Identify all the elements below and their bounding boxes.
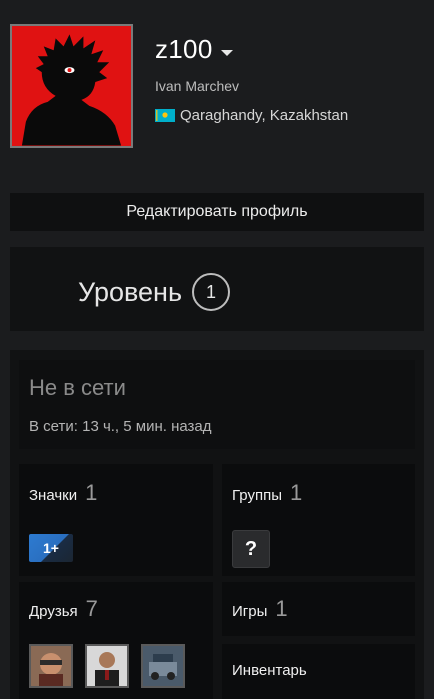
kazakhstan-flag-icon [155, 109, 175, 122]
friends-label: Друзья [29, 603, 78, 620]
games-tile[interactable]: Игры 1 [222, 582, 415, 636]
level-panel: Уровень 1 [10, 247, 424, 331]
groups-label: Группы [232, 487, 282, 504]
chevron-down-icon[interactable] [220, 50, 233, 56]
online-status: Не в сети В сети: 13 ч., 5 мин. назад [19, 360, 415, 449]
location: Qaraghandy, Kazakhstan [155, 107, 348, 124]
friends-tile[interactable]: Друзья 7 [19, 582, 213, 699]
friend-avatar-3[interactable] [141, 644, 185, 688]
groups-tile[interactable]: Группы 1 ? [222, 464, 415, 576]
badges-count: 1 [85, 480, 98, 505]
friends-count: 7 [85, 596, 98, 621]
friend-avatar-2[interactable] [85, 644, 129, 688]
level-label: Уровень [78, 276, 183, 307]
games-label: Игры [232, 603, 268, 620]
inventory-label: Инвентарь [232, 662, 307, 679]
friends-avatars [29, 644, 185, 688]
edit-profile-button[interactable]: Редактировать профиль [10, 193, 424, 231]
last-online-text: В сети: 13 ч., 5 мин. назад [29, 418, 212, 435]
status-title: Не в сети [29, 375, 126, 400]
username-row: z100 [155, 34, 233, 64]
group-placeholder-icon[interactable]: ? [232, 530, 270, 568]
games-count: 1 [275, 596, 288, 621]
friend-avatar-1[interactable] [29, 644, 73, 688]
inventory-tile[interactable]: Инвентарь [222, 644, 415, 699]
avatar-silhouette-icon [12, 26, 131, 146]
location-text: Qaraghandy, Kazakhstan [180, 107, 349, 124]
badge-icon[interactable]: 1+ [29, 534, 73, 562]
groups-count: 1 [289, 480, 303, 505]
badges-label: Значки [29, 487, 78, 504]
level-badge[interactable]: 1 [192, 273, 231, 311]
badges-tile[interactable]: Значки 1 1+ [19, 464, 213, 576]
username: z100 [155, 34, 213, 64]
profile-page: z100 Ivan Marchev Qaraghandy, Kazakhstan… [0, 0, 434, 699]
real-name: Ivan Marchev [155, 78, 240, 94]
profile-avatar[interactable] [10, 24, 133, 148]
